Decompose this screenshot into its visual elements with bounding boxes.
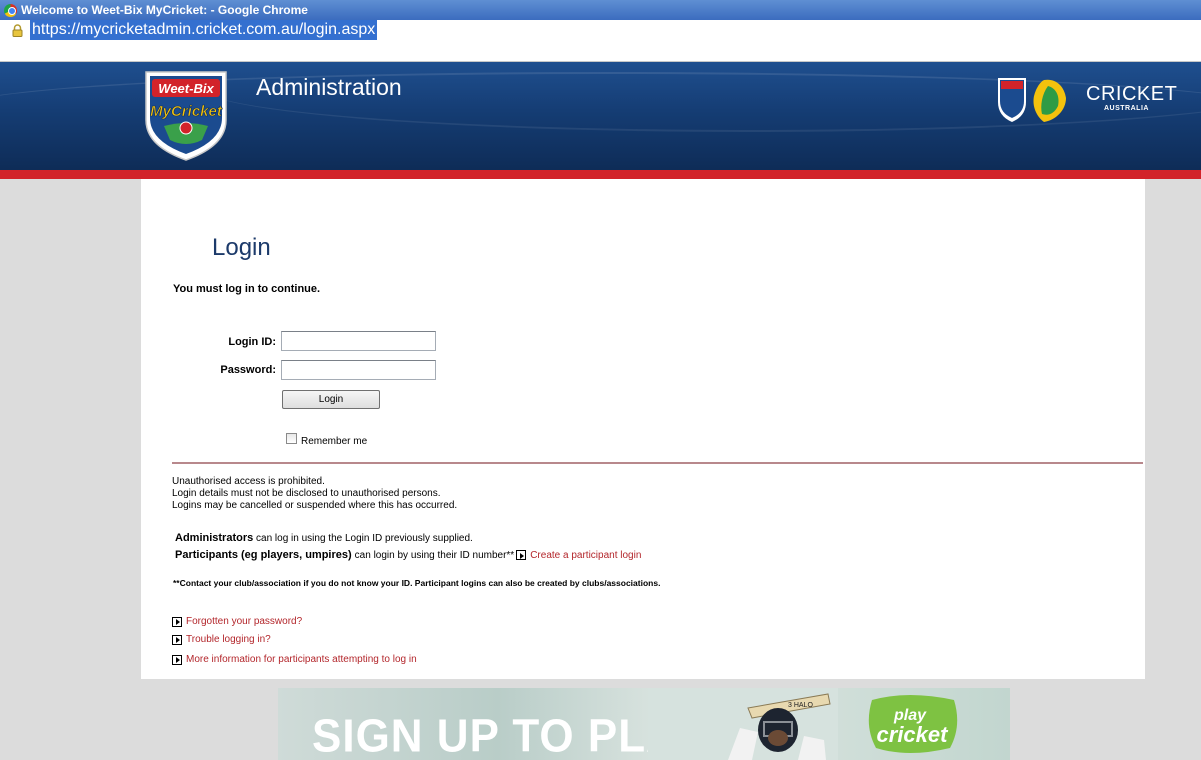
- promo-headline: SIGN UP TO PLAY: [312, 710, 706, 760]
- address-bar[interactable]: https://mycricketadmin.cricket.com.au/lo…: [0, 20, 1201, 62]
- page-title: Login: [212, 234, 271, 261]
- help-link-row[interactable]: More information for participants attemp…: [172, 654, 417, 665]
- notice-line-1: Unauthorised access is prohibited.: [172, 476, 325, 487]
- participants-note: Participants (eg players, umpires) can l…: [175, 549, 641, 561]
- cricketer-image: 3 HALO: [648, 688, 838, 760]
- url-text[interactable]: https://mycricketadmin.cricket.com.au/lo…: [30, 20, 378, 40]
- participants-text: can login by using their ID number**: [354, 549, 515, 561]
- administrators-label: Administrators: [175, 532, 254, 544]
- partner-name: CRICKET: [1086, 83, 1178, 105]
- login-id-label: Login ID:: [228, 336, 276, 348]
- header-stripe: [0, 170, 1201, 179]
- password-label: Password:: [220, 364, 276, 376]
- administrators-note: Administrators can log in using the Logi…: [175, 532, 473, 544]
- administrators-text: can log in using the Login ID previously…: [253, 533, 473, 544]
- window-titlebar: Welcome to Weet-Bix MyCricket: - Google …: [0, 0, 1201, 20]
- promo-brand-bottom: cricket: [877, 722, 950, 747]
- logo-text-bottom: MyCricket: [150, 103, 223, 120]
- help-link-row[interactable]: Forgotten your password?: [172, 616, 302, 627]
- login-button[interactable]: Login: [282, 390, 380, 409]
- arrow-right-icon: [172, 616, 182, 627]
- help-link-row[interactable]: Trouble logging in?: [172, 634, 271, 645]
- page-header-title: Administration: [256, 74, 402, 100]
- participant-info-link[interactable]: More information for participants attemp…: [186, 654, 417, 665]
- remember-me-checkbox[interactable]: [286, 433, 297, 444]
- mycricket-logo[interactable]: Weet-Bix MyCricket: [140, 68, 232, 162]
- forgotten-password-link[interactable]: Forgotten your password?: [186, 616, 302, 627]
- logo-text-top: Weet-Bix: [158, 81, 214, 96]
- section-divider: [172, 462, 1143, 464]
- contact-note: **Contact your club/association if you d…: [173, 578, 661, 588]
- arrow-right-icon: [172, 654, 182, 665]
- trouble-logging-in-link[interactable]: Trouble logging in?: [186, 634, 271, 645]
- login-id-input[interactable]: [281, 331, 436, 351]
- svg-text:3 HALO: 3 HALO: [788, 702, 813, 709]
- window-title: Welcome to Weet-Bix MyCricket: - Google …: [21, 3, 308, 17]
- chrome-icon: [4, 3, 17, 17]
- arrow-right-icon: [516, 550, 527, 560]
- notice-line-3: Logins may be cancelled or suspended whe…: [172, 500, 458, 511]
- participants-label: Participants (eg players, umpires): [175, 549, 352, 561]
- play-cricket-logo: play cricket: [868, 695, 958, 753]
- login-required-message: You must log in to continue.: [173, 283, 321, 295]
- notice-line-2: Login details must not be disclosed to u…: [172, 488, 441, 499]
- partner-subtitle: AUSTRALIA: [1104, 105, 1149, 112]
- lock-icon: [12, 24, 23, 37]
- create-participant-login-link[interactable]: Create a participant login: [530, 550, 641, 561]
- login-panel: [141, 179, 1145, 679]
- remember-me-label[interactable]: Remember me: [301, 436, 367, 447]
- password-input[interactable]: [281, 360, 436, 380]
- arrow-right-icon: [172, 634, 182, 645]
- promo-banner[interactable]: SIGN UP TO PLAY 3 HALO play cricket: [278, 688, 1010, 760]
